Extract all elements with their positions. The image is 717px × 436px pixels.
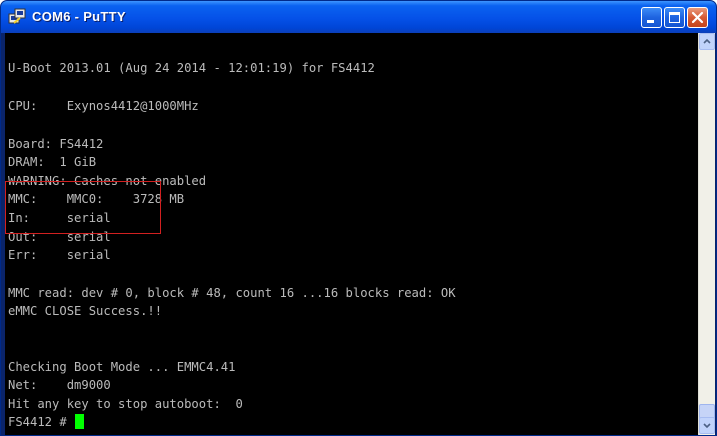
putty-window: COM6 - PuTTY U-Boot 2013.01 (Aug 24 2014… [0,0,717,436]
vertical-scrollbar[interactable] [698,33,715,435]
terminal-line: eMMC CLOSE Success.!! [8,304,163,318]
arrow-down-icon [703,423,711,429]
terminal-line: Net: dm9000 [8,378,111,392]
putty-icon [8,8,26,24]
terminal-cursor [75,414,85,429]
scrollbar-track[interactable] [699,50,715,432]
close-button[interactable] [687,7,708,28]
terminal-line: Err: serial [8,248,111,262]
terminal-line: DRAM: 1 GiB [8,155,97,169]
terminal-line: CPU: Exynos4412@1000MHz [8,99,199,113]
minimize-button[interactable] [641,7,662,28]
highlight-box [5,181,161,234]
maximize-button[interactable] [664,7,685,28]
title-bar[interactable]: COM6 - PuTTY [1,1,716,33]
terminal-prompt: FS4412 # [8,415,75,429]
terminal-prompt-line[interactable]: FS4412 # [8,413,85,431]
terminal-line: U-Boot 2013.01 (Aug 24 2014 - 12:01:19) … [8,61,375,75]
terminal-line: MMC read: dev # 0, block # 48, count 16 … [8,286,456,300]
terminal-output[interactable]: U-Boot 2013.01 (Aug 24 2014 - 12:01:19) … [5,33,698,435]
close-icon [691,11,704,24]
window-title: COM6 - PuTTY [32,9,126,24]
terminal-line: Hit any key to stop autoboot: 0 [8,397,243,411]
terminal-line: Board: FS4412 [8,137,104,151]
maximize-icon [669,12,680,23]
scroll-up-button[interactable] [699,33,715,50]
arrow-up-icon [703,38,711,44]
terminal-line: Checking Boot Mode ... EMMC4.41 [8,360,236,374]
minimize-icon [647,20,654,23]
scroll-down-button[interactable] [699,417,715,434]
